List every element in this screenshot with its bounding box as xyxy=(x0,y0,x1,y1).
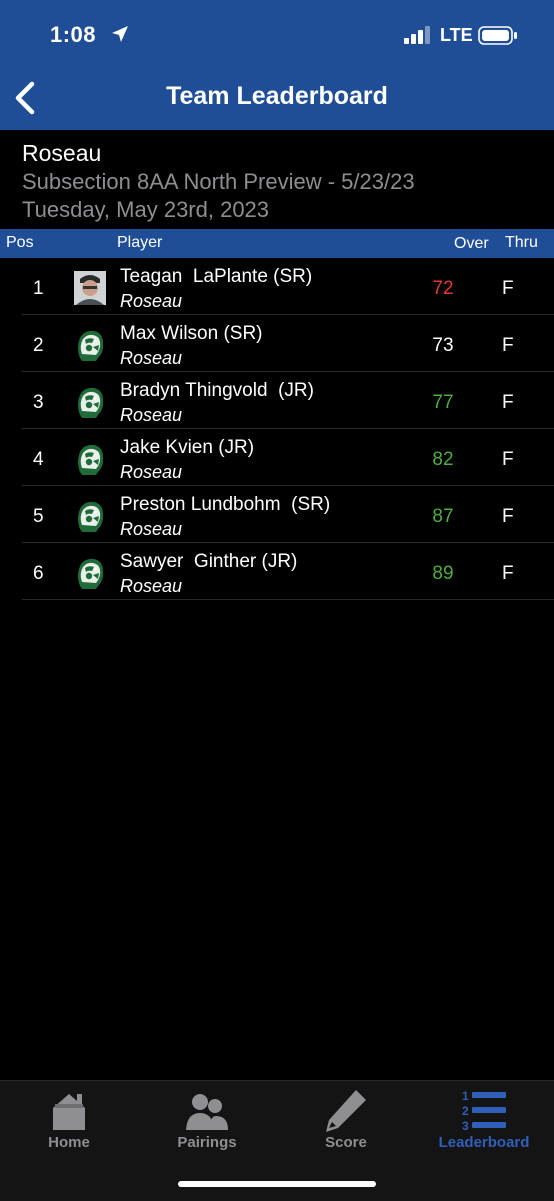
player-score: 77 xyxy=(432,392,454,413)
tab-label: Leaderboard xyxy=(438,1134,530,1151)
header-over: Over xyxy=(454,235,489,252)
player-name: Sawyer Ginther (JR) xyxy=(120,551,298,572)
table-row[interactable]: 4 Jake Kvien (JR) Roseau 82 F xyxy=(22,429,554,486)
player-team: Roseau xyxy=(120,291,183,311)
tab-pairings[interactable]: Pairings xyxy=(138,1081,276,1161)
location-arrow-icon xyxy=(112,26,128,42)
header-player: Player xyxy=(117,234,163,251)
row-position: 2 xyxy=(33,335,44,356)
tab-label: Pairings xyxy=(177,1134,237,1151)
team-logo-icon xyxy=(74,499,106,533)
row-position: 3 xyxy=(33,392,44,413)
player-name: Max Wilson (SR) xyxy=(120,323,263,344)
player-name: Jake Kvien (JR) xyxy=(120,437,255,458)
row-position: 4 xyxy=(33,449,44,470)
player-name: Teagan LaPlante (SR) xyxy=(120,266,313,287)
leaderboard-list: 1 Teagan LaPlante (SR) Roseau 72 F 2 Max… xyxy=(22,258,554,600)
tab-leaderboard[interactable]: 1 2 3 Leaderboard xyxy=(415,1081,553,1161)
player-photo-avatar xyxy=(74,271,106,305)
pencil-icon xyxy=(326,1090,366,1132)
home-indicator xyxy=(178,1181,376,1187)
table-row[interactable]: 3 Bradyn Thingvold (JR) Roseau 77 F xyxy=(22,372,554,429)
tab-label: Score xyxy=(325,1134,367,1151)
row-position: 5 xyxy=(33,506,44,527)
page-title: Team Leaderboard xyxy=(166,82,388,110)
svg-text:2: 2 xyxy=(462,1104,469,1118)
status-bar: 1:08 LTE xyxy=(0,0,554,70)
table-row[interactable]: 1 Teagan LaPlante (SR) Roseau 72 F xyxy=(22,258,554,315)
team-logo-icon xyxy=(74,385,106,419)
network-type: LTE xyxy=(440,25,473,45)
header-thru: Thru xyxy=(505,234,538,251)
player-score: 73 xyxy=(432,335,454,356)
player-team: Roseau xyxy=(120,405,183,425)
team-logo-icon xyxy=(74,442,106,476)
tab-score[interactable]: Score xyxy=(277,1081,415,1161)
people-icon xyxy=(186,1094,228,1130)
player-thru: F xyxy=(502,563,514,584)
event-name: Subsection 8AA North Preview - 5/23/23 xyxy=(22,169,415,194)
row-position: 6 xyxy=(33,563,44,584)
table-header: Pos Player Over Thru xyxy=(0,229,554,258)
player-name: Bradyn Thingvold (JR) xyxy=(120,380,314,401)
table-row[interactable]: 5 Preston Lundbohm (SR) Roseau 87 F xyxy=(22,486,554,543)
player-thru: F xyxy=(502,449,514,470)
team-logo-icon xyxy=(74,328,106,362)
player-thru: F xyxy=(502,278,514,299)
player-thru: F xyxy=(502,392,514,413)
player-name: Preston Lundbohm (SR) xyxy=(120,494,331,515)
app-header: 1:08 LTE Team Leaderboard xyxy=(0,0,554,130)
player-team: Roseau xyxy=(120,462,183,482)
player-team: Roseau xyxy=(120,519,183,539)
header-pos: Pos xyxy=(6,234,34,251)
home-icon xyxy=(53,1094,85,1130)
signal-icon xyxy=(404,26,430,44)
leaderboard-icon: 1 2 3 xyxy=(462,1089,506,1133)
status-time: 1:08 xyxy=(50,22,97,47)
player-thru: F xyxy=(502,506,514,527)
player-score: 89 xyxy=(432,563,454,584)
team-name: Roseau xyxy=(22,140,102,166)
event-date: Tuesday, May 23rd, 2023 xyxy=(22,197,270,222)
battery-icon xyxy=(478,26,517,45)
table-row[interactable]: 6 Sawyer Ginther (JR) Roseau 89 F xyxy=(22,543,554,600)
table-row[interactable]: 2 Max Wilson (SR) Roseau 73 F xyxy=(22,315,554,372)
team-logo-icon xyxy=(74,556,106,590)
row-position: 1 xyxy=(33,278,44,299)
player-thru: F xyxy=(502,335,514,356)
svg-text:3: 3 xyxy=(462,1119,469,1133)
player-score: 82 xyxy=(432,449,454,470)
player-score: 72 xyxy=(432,278,454,299)
tab-label: Home xyxy=(48,1134,90,1151)
player-team: Roseau xyxy=(120,348,183,368)
player-team: Roseau xyxy=(120,576,183,596)
player-score: 87 xyxy=(432,506,454,527)
tab-home[interactable]: Home xyxy=(0,1081,138,1161)
svg-text:1: 1 xyxy=(462,1089,469,1103)
